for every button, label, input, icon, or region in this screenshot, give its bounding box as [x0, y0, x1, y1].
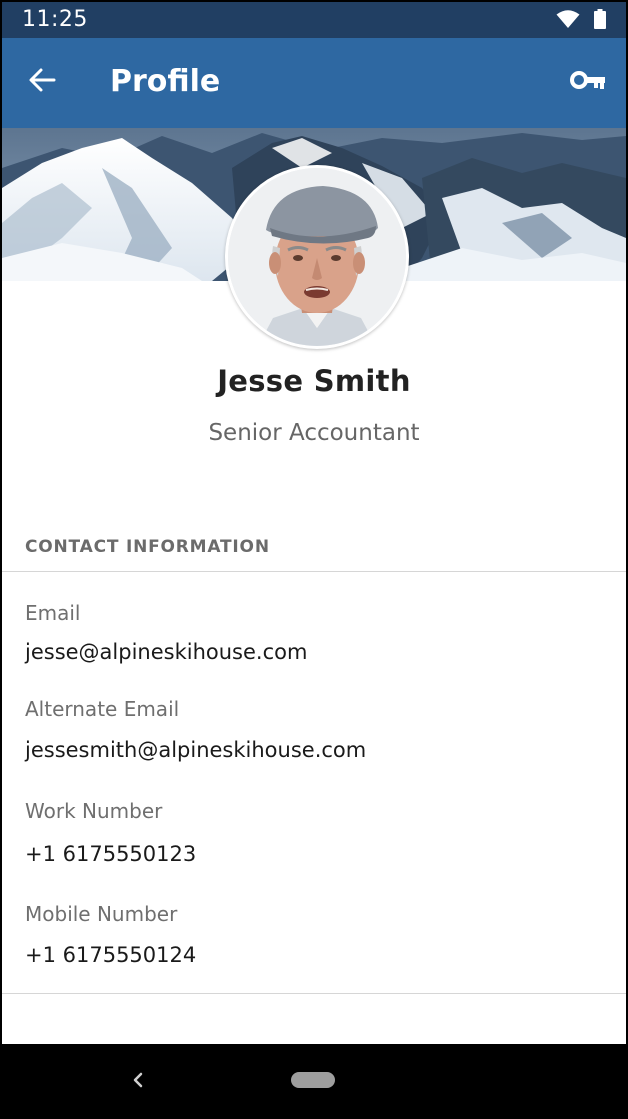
- page-title: Profile: [110, 64, 221, 99]
- key-icon: [570, 69, 606, 96]
- field-label: Email: [25, 601, 81, 625]
- status-icons: [556, 9, 606, 34]
- field-value[interactable]: jessesmith@alpineskihouse.com: [25, 738, 366, 762]
- field-label: Alternate Email: [25, 697, 180, 721]
- profile-job-title: Senior Accountant: [208, 420, 420, 446]
- wifi-icon: [556, 9, 580, 34]
- nav-home-pill[interactable]: [291, 1072, 335, 1088]
- avatar: [225, 165, 409, 349]
- chevron-left-icon: [124, 1072, 152, 1098]
- system-nav-bar: [2, 1044, 626, 1115]
- profile-name: Jesse Smith: [217, 364, 411, 398]
- battery-icon: [594, 9, 606, 34]
- field-value[interactable]: jesse@alpineskihouse.com: [25, 640, 307, 664]
- back-button[interactable]: [22, 62, 62, 102]
- section-divider: [2, 571, 626, 572]
- nav-back-button[interactable]: [124, 1066, 152, 1094]
- field-value[interactable]: +1 6175550124: [25, 943, 196, 967]
- phone-screen: 11:25 Profile Jesse Smith Senior Account…: [2, 2, 626, 1115]
- contact-section-header: CONTACT INFORMATION: [25, 537, 270, 557]
- field-label: Mobile Number: [25, 902, 178, 926]
- arrow-back-icon: [28, 66, 56, 99]
- status-time: 11:25: [22, 7, 88, 32]
- field-value[interactable]: +1 6175550123: [25, 842, 196, 866]
- app-bar: Profile: [2, 38, 626, 128]
- field-label: Work Number: [25, 799, 163, 823]
- status-bar: 11:25: [2, 2, 626, 38]
- list-end-divider: [2, 993, 626, 994]
- key-button[interactable]: [566, 64, 610, 100]
